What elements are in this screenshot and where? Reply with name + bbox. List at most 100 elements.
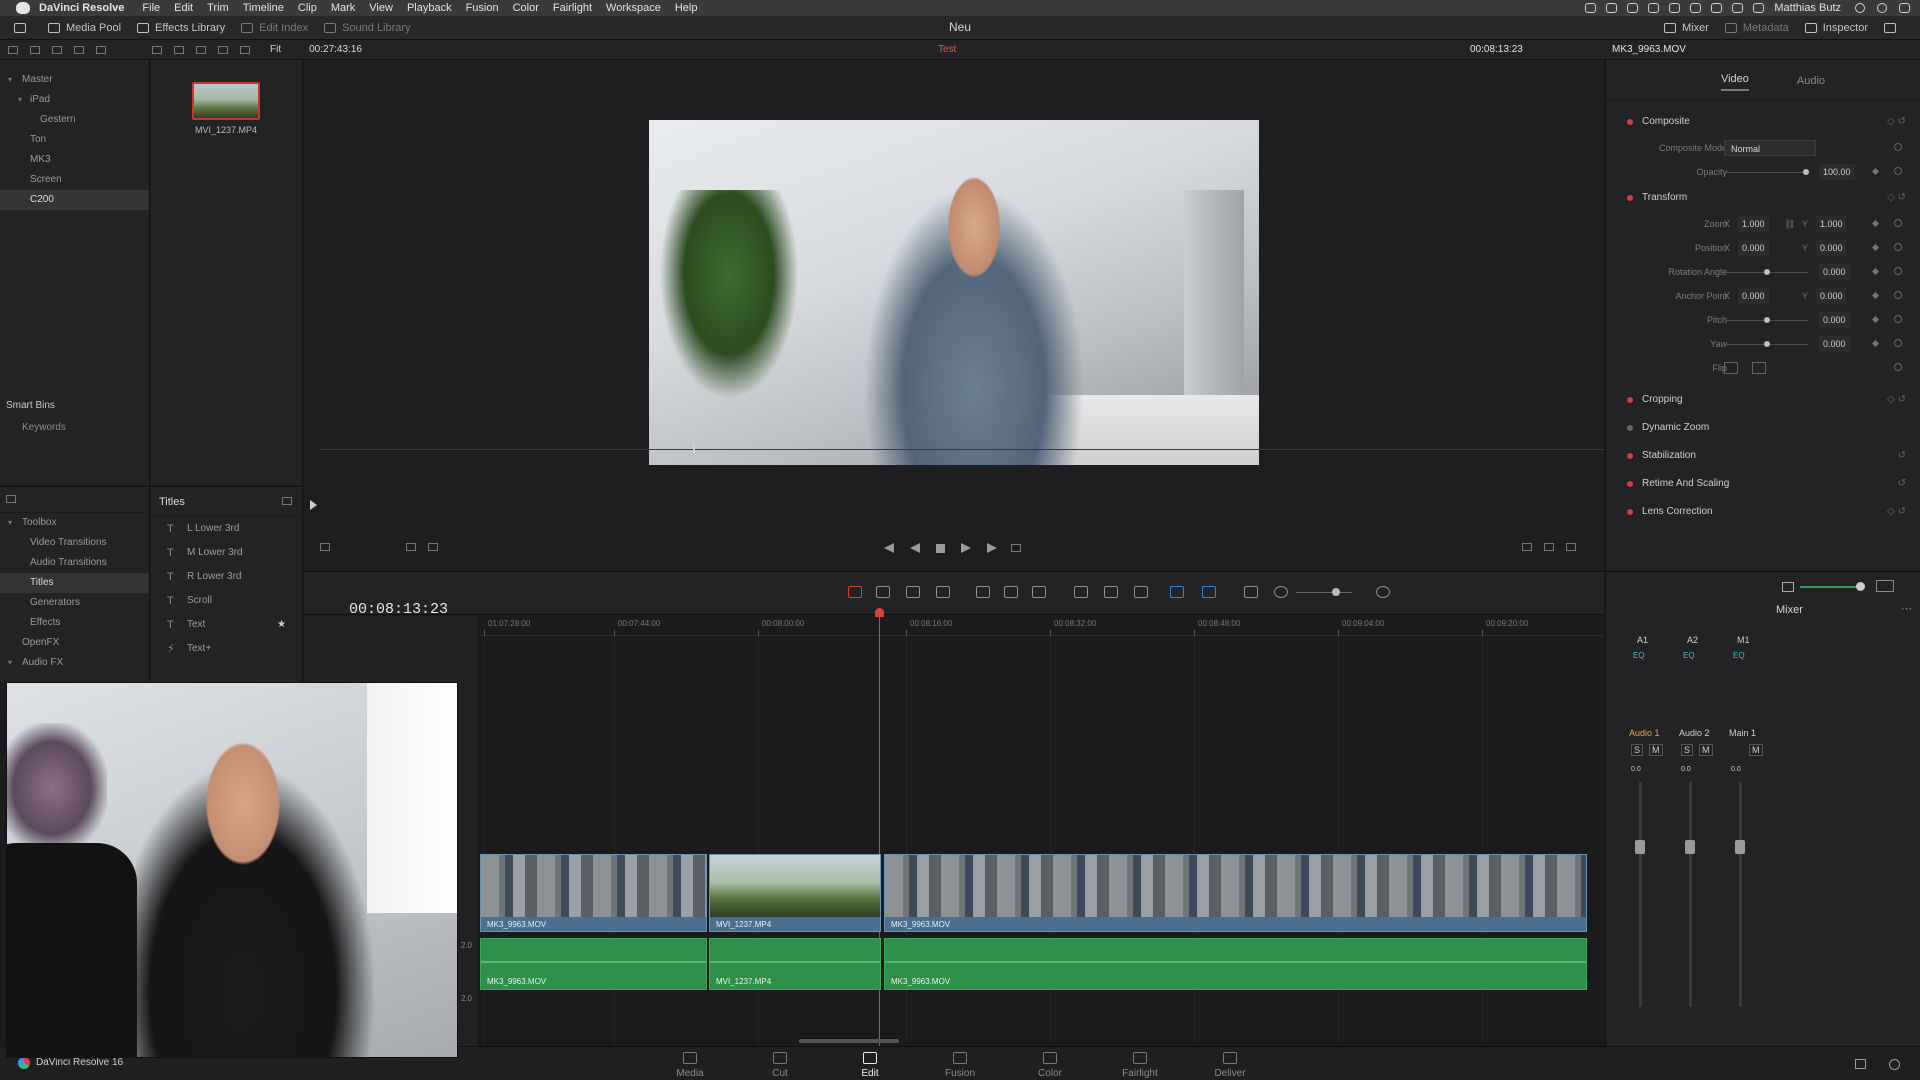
- bin-item[interactable]: Screen: [0, 170, 149, 190]
- timeline-ruler[interactable]: 01:07:28:00 00:07:44:00 00:08:00:00 00:08:1…: [480, 616, 1672, 636]
- inspector-button[interactable]: Inspector: [1797, 17, 1876, 39]
- settings-gear-icon[interactable]: [1889, 1059, 1900, 1070]
- metadata-button[interactable]: Metadata: [1717, 17, 1797, 39]
- mute-button[interactable]: M: [1699, 744, 1713, 756]
- yaw-keyframe-icon[interactable]: [1871, 339, 1880, 348]
- bin-expand-icon[interactable]: ▾: [8, 70, 12, 90]
- selection-tool-icon[interactable]: [848, 586, 862, 598]
- zoom-keyframe-icon[interactable]: [1871, 219, 1880, 228]
- rotation-slider-knob[interactable]: [1764, 269, 1770, 275]
- lens-correction-reset-icon[interactable]: ◇ ↺: [1887, 498, 1906, 526]
- effects-tree-item[interactable]: ▾ Toolbox: [0, 513, 149, 533]
- mixer-options-icon[interactable]: ⋯: [1901, 602, 1912, 615]
- play-reverse-icon[interactable]: [910, 543, 920, 553]
- anchor-keyframe-icon[interactable]: [1871, 291, 1880, 300]
- position-x-value[interactable]: 0.000: [1738, 240, 1769, 256]
- retime-reset-icon[interactable]: ↺: [1898, 470, 1906, 498]
- path-icon[interactable]: [74, 45, 84, 54]
- menu-edit[interactable]: Edit: [174, 2, 193, 14]
- skip-to-start-icon[interactable]: [884, 543, 894, 553]
- favorite-star-icon[interactable]: ★: [277, 613, 286, 637]
- stop-icon[interactable]: [936, 543, 945, 553]
- page-tab-media[interactable]: Media: [650, 1050, 730, 1079]
- effects-tree-item[interactable]: ▾ Audio FX: [0, 653, 149, 673]
- cropping-reset-icon[interactable]: ◇ ↺: [1887, 386, 1906, 414]
- title-item[interactable]: T L Lower 3rd: [151, 517, 302, 541]
- dropbox-icon[interactable]: [1648, 3, 1660, 13]
- list-view-icon[interactable]: [196, 45, 206, 54]
- wifi-icon[interactable]: [1711, 3, 1723, 13]
- overwrite-clip-icon[interactable]: [1004, 586, 1018, 598]
- mixer-fader-knob[interactable]: [1685, 840, 1695, 854]
- flip-vertical-icon[interactable]: [1752, 362, 1766, 374]
- cropping-section[interactable]: Cropping ◇ ↺: [1606, 386, 1920, 414]
- panel-layout-button[interactable]: [0, 17, 40, 39]
- cropping-enable-toggle[interactable]: [1627, 397, 1633, 403]
- snapping-icon[interactable]: [1074, 586, 1088, 598]
- dynamic-zoom-section[interactable]: Dynamic Zoom: [1606, 414, 1920, 442]
- edit-index-button[interactable]: Edit Index: [233, 17, 316, 39]
- clip-thumbnail[interactable]: [192, 82, 260, 120]
- opacity-slider[interactable]: [1726, 172, 1808, 173]
- menu-help[interactable]: Help: [675, 2, 698, 14]
- menu-trim[interactable]: Trim: [207, 2, 229, 14]
- eq-button[interactable]: EQ: [1683, 651, 1695, 660]
- clock-icon[interactable]: [1669, 3, 1681, 13]
- position-keyframe-icon[interactable]: [1871, 243, 1880, 252]
- retime-section[interactable]: Retime And Scaling ↺: [1606, 470, 1920, 498]
- title-item[interactable]: ⚡ Text+: [151, 637, 302, 661]
- yaw-reset-icon[interactable]: [1894, 339, 1902, 347]
- timeline-horizontal-scrollbar[interactable]: [799, 1039, 899, 1043]
- volume-icon[interactable]: [1732, 3, 1744, 13]
- home-icon[interactable]: [1855, 1059, 1866, 1069]
- loop-icon[interactable]: [1011, 544, 1021, 552]
- timeline-view-options-icon[interactable]: [1244, 586, 1258, 598]
- position-reset-icon[interactable]: [1894, 243, 1902, 251]
- notification-center-icon[interactable]: [1899, 3, 1910, 13]
- effects-search-icon[interactable]: [282, 497, 292, 505]
- playhead-handle[interactable]: [875, 608, 884, 617]
- timeline-name-dropdown[interactable]: Test: [938, 44, 956, 55]
- dynamic-zoom-enable-toggle[interactable]: [1627, 425, 1633, 431]
- effects-tree-item[interactable]: Titles: [0, 573, 149, 593]
- siri-icon[interactable]: [1877, 3, 1887, 13]
- eq-button[interactable]: EQ: [1733, 651, 1745, 660]
- bin-item[interactable]: Gestern: [0, 110, 149, 130]
- effects-library-button[interactable]: Effects Library: [129, 17, 233, 39]
- skip-to-end-icon[interactable]: [987, 543, 997, 553]
- menu-fusion[interactable]: Fusion: [466, 2, 499, 14]
- title-item[interactable]: T R Lower 3rd: [151, 565, 302, 589]
- transform-reset-icon[interactable]: ◇ ↺: [1887, 184, 1906, 212]
- mark-out-icon[interactable]: [1566, 543, 1576, 551]
- timeline-zoom-slider[interactable]: [1296, 592, 1352, 593]
- page-tab-cut[interactable]: Cut: [740, 1050, 820, 1079]
- solo-button[interactable]: S: [1681, 744, 1694, 756]
- flag-icon[interactable]: [1170, 586, 1184, 598]
- grid-view-icon[interactable]: [174, 45, 184, 54]
- back-arrow-icon[interactable]: [30, 45, 40, 54]
- rotation-value[interactable]: 0.000: [1819, 264, 1850, 280]
- bin-item[interactable]: Ton: [0, 130, 149, 150]
- transform-section[interactable]: Transform ◇ ↺: [1606, 184, 1920, 212]
- timeline-zoom-knob[interactable]: [1332, 588, 1340, 596]
- zoom-x-value[interactable]: 1.000: [1738, 216, 1769, 232]
- cloud-icon[interactable]: [1627, 3, 1639, 13]
- effects-tree-item[interactable]: Generators: [0, 593, 149, 613]
- sort-icon[interactable]: [152, 45, 162, 54]
- composite-mode-select[interactable]: Normal: [1724, 140, 1816, 156]
- media-pool-button[interactable]: Media Pool: [40, 17, 129, 39]
- insert-clip-icon[interactable]: [976, 586, 990, 598]
- stabilization-section[interactable]: Stabilization ↺: [1606, 442, 1920, 470]
- page-tab-color[interactable]: Color: [1010, 1050, 1090, 1079]
- zoom-in-icon[interactable]: [1376, 586, 1390, 598]
- flip-reset-icon[interactable]: [1894, 363, 1902, 371]
- composite-mode-reset-icon[interactable]: [1894, 143, 1902, 151]
- menu-timeline[interactable]: Timeline: [243, 2, 284, 14]
- flip-horizontal-icon[interactable]: [1724, 362, 1738, 374]
- pitch-reset-icon[interactable]: [1894, 315, 1902, 323]
- rotation-keyframe-icon[interactable]: [1871, 267, 1880, 276]
- yaw-slider-knob[interactable]: [1764, 341, 1770, 347]
- menu-fairlight[interactable]: Fairlight: [553, 2, 592, 14]
- safe-area-icon[interactable]: [320, 543, 330, 551]
- anchor-x-value[interactable]: 0.000: [1738, 288, 1769, 304]
